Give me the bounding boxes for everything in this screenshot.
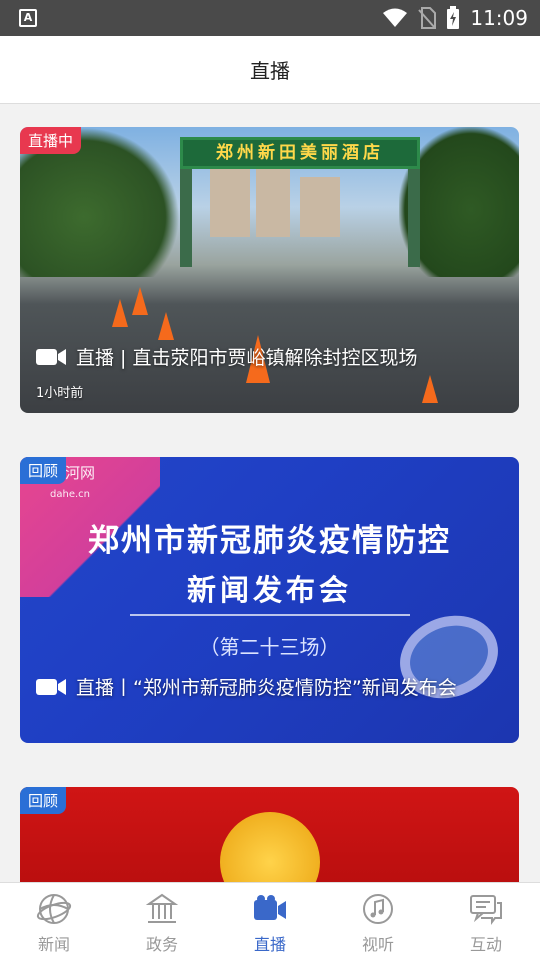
video-camera-icon xyxy=(254,895,286,920)
replay-badge: 回顾 xyxy=(20,787,67,814)
traffic-cone xyxy=(422,375,438,403)
replay-card[interactable]: 回顾 xyxy=(20,787,519,882)
traffic-cone xyxy=(112,299,128,327)
poster-subtitle: 新闻发布会 xyxy=(186,573,352,607)
music-note-icon xyxy=(363,894,393,924)
battery-charging-icon xyxy=(447,6,460,29)
party-emblem xyxy=(220,812,320,882)
bottom-tab-bar: 新闻 政务 直播 视听 互动 xyxy=(0,882,540,960)
app-notification-icon: A xyxy=(19,9,37,27)
building xyxy=(210,167,250,237)
wifi-icon xyxy=(383,8,408,27)
government-building-icon xyxy=(145,893,179,923)
tab-label: 视听 xyxy=(361,935,394,954)
poster-title: 郑州市新冠肺炎疫情防控 xyxy=(88,523,451,559)
tab-audio-video[interactable]: 视听 xyxy=(324,883,432,960)
replay-card[interactable]: 大河网 dahe.cn 郑州市新冠肺炎疫情防控 新闻发布会 （第二十三场） 回顾 … xyxy=(20,457,519,743)
page-header: 直播 xyxy=(0,36,540,104)
status-icons: 11:09 xyxy=(382,0,528,36)
tab-label: 新闻 xyxy=(37,935,70,954)
live-feed[interactable]: 郑州新田美丽酒店 直播中 直播 | 直击荥阳市贾峪镇解除封控区现场 1小时前 大… xyxy=(0,104,540,882)
status-bar: A 11:09 xyxy=(0,0,540,36)
tab-interact[interactable]: 互动 xyxy=(432,883,540,960)
clock: 11:09 xyxy=(470,6,528,30)
tab-government[interactable]: 政务 xyxy=(108,883,216,960)
logo-subtext: dahe.cn xyxy=(50,489,90,500)
live-badge: 直播中 xyxy=(20,127,82,154)
chat-bubbles-icon xyxy=(470,895,502,925)
card-title: 直播丨“郑州市新冠肺炎疫情防控”新闻发布会 xyxy=(36,673,457,700)
globe-icon xyxy=(36,894,72,924)
tab-label: 直播 xyxy=(253,935,286,954)
card-title: 直播 | 直击荥阳市贾峪镇解除封控区现场 xyxy=(36,343,417,370)
building xyxy=(256,157,290,237)
building xyxy=(300,177,340,237)
gate-sign: 郑州新田美丽酒店 xyxy=(180,137,420,169)
tab-label: 互动 xyxy=(469,935,502,954)
divider xyxy=(130,614,410,616)
tab-live[interactable]: 直播 xyxy=(216,883,324,960)
tab-news[interactable]: 新闻 xyxy=(0,883,108,960)
timestamp: 1小时前 xyxy=(36,386,84,401)
no-sim-icon xyxy=(418,7,437,29)
page-title: 直播 xyxy=(250,59,290,83)
card-title-text: 直播丨“郑州市新冠肺炎疫情防控”新闻发布会 xyxy=(76,677,457,699)
replay-badge: 回顾 xyxy=(20,457,67,484)
video-camera-icon xyxy=(36,348,66,365)
tab-label: 政务 xyxy=(145,935,178,954)
live-card[interactable]: 郑州新田美丽酒店 直播中 直播 | 直击荥阳市贾峪镇解除封控区现场 1小时前 xyxy=(20,127,519,413)
traffic-cone xyxy=(158,312,174,340)
card-title-text: 直播 | 直击荥阳市贾峪镇解除封控区现场 xyxy=(76,347,418,369)
traffic-cone xyxy=(132,287,148,315)
video-camera-icon xyxy=(36,678,66,695)
